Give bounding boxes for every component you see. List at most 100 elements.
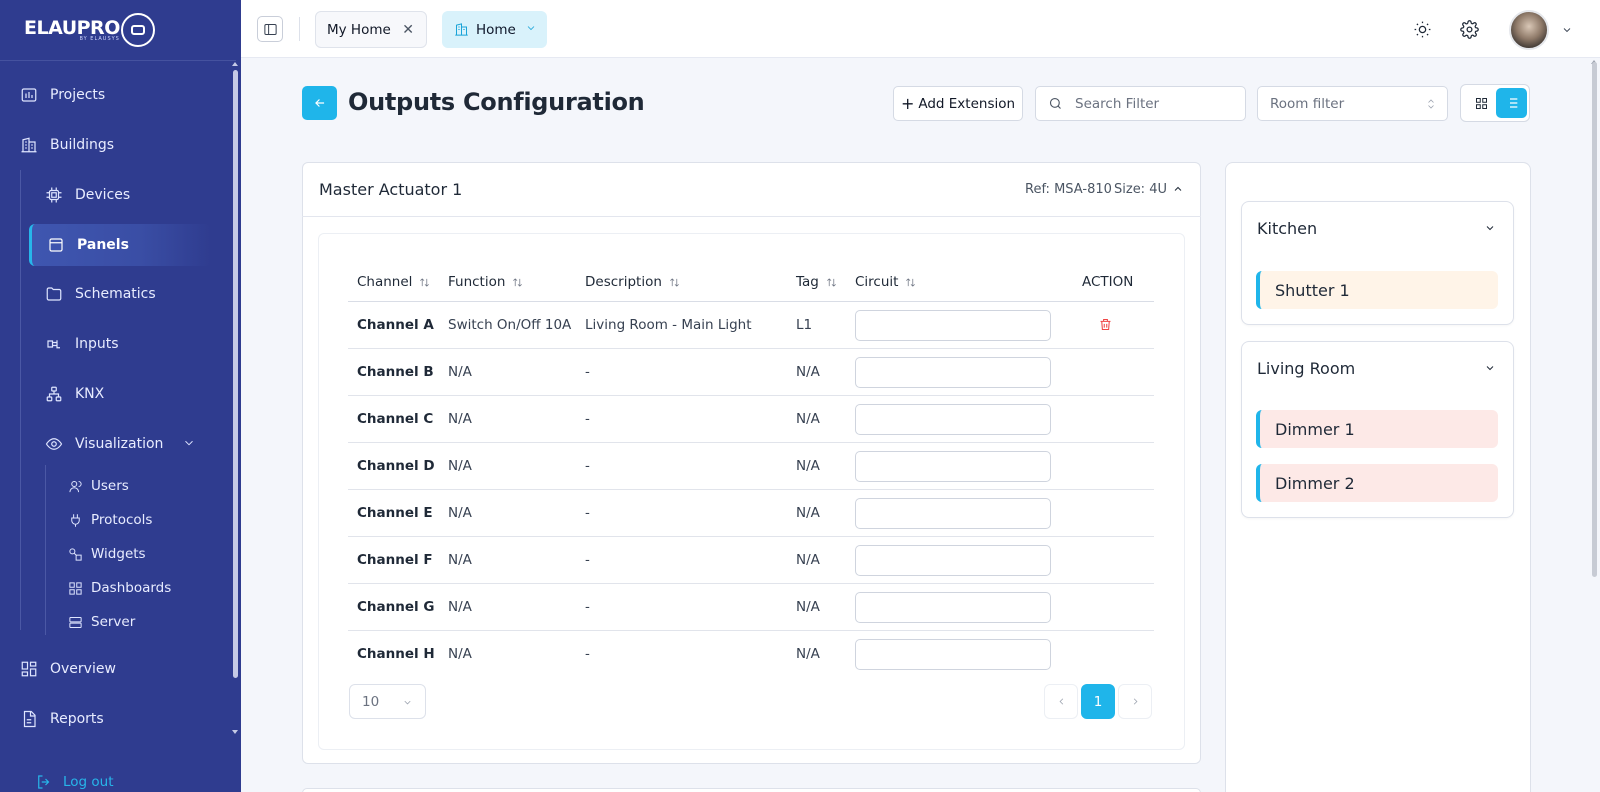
- sidebar-item-label: Overview: [50, 661, 116, 677]
- circuit-input[interactable]: [855, 592, 1051, 623]
- cell-channel: Channel A: [357, 317, 434, 333]
- circuit-input[interactable]: [855, 404, 1051, 435]
- search-input[interactable]: Search Filter: [1035, 86, 1246, 121]
- circuit-input[interactable]: [855, 451, 1051, 482]
- sidebar-item-server[interactable]: Server: [67, 614, 135, 630]
- delete-button[interactable]: [1098, 317, 1113, 336]
- cell-tag: N/A: [796, 599, 820, 615]
- list-view-button[interactable]: [1496, 88, 1527, 118]
- cell-tag: N/A: [796, 552, 820, 568]
- grid-icon: [1475, 97, 1487, 109]
- page-button-current[interactable]: 1: [1081, 684, 1115, 719]
- sidebar-item-users[interactable]: Users: [67, 478, 129, 494]
- cell-description: -: [585, 505, 590, 521]
- sidebar-item-label: Schematics: [75, 286, 156, 302]
- add-extension-button[interactable]: + Add Extension: [893, 86, 1023, 121]
- trash-icon: [1100, 318, 1111, 331]
- grid-view-button[interactable]: [1468, 90, 1494, 116]
- column-header-tag[interactable]: Tag: [796, 274, 837, 290]
- circuit-input[interactable]: [855, 639, 1051, 670]
- tab-home[interactable]: Home: [442, 11, 547, 48]
- page-scrollbar[interactable]: [1592, 62, 1597, 577]
- sidebar-item-projects[interactable]: Projects: [19, 85, 105, 105]
- sidebar-item-buildings[interactable]: Buildings: [19, 135, 114, 155]
- close-icon[interactable]: ✕: [402, 22, 414, 38]
- back-button[interactable]: [302, 86, 337, 120]
- column-header-function[interactable]: Function: [448, 274, 523, 290]
- cell-channel: Channel C: [357, 411, 434, 427]
- room-filter-select[interactable]: Room filter: [1257, 86, 1448, 121]
- search-icon: [1049, 97, 1061, 109]
- device-item-shutter[interactable]: Shutter 1: [1256, 271, 1498, 309]
- network-icon: [44, 384, 64, 404]
- scroll-down-arrow[interactable]: [232, 730, 238, 734]
- sidebar-item-panels[interactable]: Panels: [46, 235, 129, 255]
- cell-function: N/A: [448, 458, 472, 474]
- actuator-name: Master Actuator 1: [319, 180, 463, 199]
- list-icon: [1506, 98, 1517, 108]
- avatar[interactable]: [1509, 10, 1549, 50]
- sidebar-item-reports[interactable]: Reports: [19, 709, 104, 729]
- sidebar-item-overview[interactable]: Overview: [19, 659, 116, 679]
- column-label: Function: [448, 274, 506, 290]
- scroll-up-arrow[interactable]: [232, 62, 238, 66]
- cell-description: -: [585, 646, 590, 662]
- divider: [0, 60, 236, 61]
- column-header-description[interactable]: Description: [585, 274, 680, 290]
- page-size-select[interactable]: 10: [349, 684, 426, 719]
- settings-button[interactable]: [1458, 18, 1480, 40]
- next-page-button[interactable]: [1118, 684, 1152, 719]
- cell-function: N/A: [448, 364, 472, 380]
- column-header-circuit[interactable]: Circuit: [855, 274, 916, 290]
- sidebar-item-label: Users: [91, 478, 129, 494]
- room-title[interactable]: Kitchen: [1257, 219, 1317, 238]
- sidebar-item-visualization[interactable]: Visualization: [44, 434, 194, 454]
- page-size-value: 10: [362, 693, 380, 710]
- cell-description: -: [585, 599, 590, 615]
- theme-toggle-button[interactable]: [1411, 18, 1433, 40]
- cell-function: N/A: [448, 552, 472, 568]
- sidebar-item-schematics[interactable]: Schematics: [44, 284, 156, 304]
- sidebar-item-label: Buildings: [50, 137, 115, 153]
- tab-my-home[interactable]: My Home ✕: [315, 11, 427, 48]
- sidebar-item-inputs[interactable]: Inputs: [44, 334, 119, 354]
- logo[interactable]: ELAUPRO BY ELAUSYS: [24, 13, 155, 47]
- cell-tag: L1: [796, 317, 813, 333]
- chevron-down-icon[interactable]: [1484, 222, 1496, 238]
- cell-channel: Channel F: [357, 552, 433, 568]
- column-label: ACTION: [1082, 274, 1134, 290]
- circuit-input[interactable]: [855, 498, 1051, 529]
- chip-icon: [44, 185, 64, 205]
- prev-page-button[interactable]: [1044, 684, 1078, 719]
- cell-function: N/A: [448, 599, 472, 615]
- logout-link[interactable]: Log out: [35, 773, 114, 791]
- device-item-dimmer[interactable]: Dimmer 1: [1256, 410, 1498, 448]
- device-item-dimmer[interactable]: Dimmer 2: [1256, 464, 1498, 502]
- room-title[interactable]: Living Room: [1257, 359, 1355, 378]
- chevron-up-icon[interactable]: [1172, 183, 1184, 199]
- cell-function: N/A: [448, 505, 472, 521]
- panel-icon: [46, 235, 66, 255]
- button-label: Add Extension: [918, 95, 1016, 112]
- report-icon: [19, 709, 39, 729]
- circuit-input[interactable]: [855, 545, 1051, 576]
- toggle-sidebar-button[interactable]: [257, 16, 283, 42]
- chevron-down-icon[interactable]: [1484, 362, 1496, 378]
- circuit-input[interactable]: [855, 357, 1051, 388]
- sidebar-item-label: Server: [91, 614, 136, 630]
- plug-icon: [67, 512, 83, 528]
- sidebar-scrollbar[interactable]: [233, 70, 238, 678]
- circuit-input[interactable]: [855, 310, 1051, 341]
- next-actuator-card: [302, 788, 1201, 792]
- sidebar-item-dashboards[interactable]: Dashboards: [67, 580, 171, 596]
- chevron-down-icon[interactable]: [1561, 24, 1573, 40]
- sidebar-item-widgets[interactable]: Widgets: [67, 546, 146, 562]
- sidebar-item-devices[interactable]: Devices: [44, 185, 130, 205]
- column-label: Description: [585, 274, 662, 290]
- folder-icon: [44, 284, 64, 304]
- chevron-up-down-icon: [1425, 96, 1437, 116]
- column-header-channel[interactable]: Channel: [357, 274, 430, 290]
- sidebar-item-label: Panels: [77, 237, 129, 253]
- sidebar-item-protocols[interactable]: Protocols: [67, 512, 152, 528]
- sidebar-item-knx[interactable]: KNX: [44, 384, 104, 404]
